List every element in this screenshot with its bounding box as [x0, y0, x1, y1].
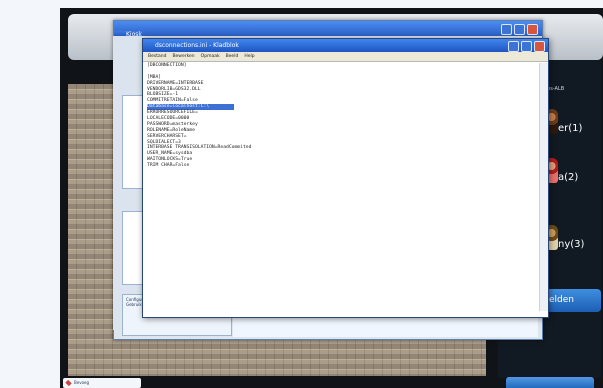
report-button[interactable]: elden — [542, 289, 601, 312]
close-icon[interactable] — [534, 41, 545, 52]
notepad-title: dsconnections.ini - Kladblok — [155, 42, 239, 49]
taskbar-item-label: Bevoeg — [74, 380, 90, 385]
menu-help[interactable]: Help — [244, 52, 254, 61]
menu-edit[interactable]: Bewerken — [172, 52, 194, 61]
text-line: TRIM CHAR=False — [147, 163, 190, 169]
notepad-scrollbar[interactable] — [539, 63, 548, 311]
notepad-window[interactable]: dsconnections.ini - Kladblok Bestand Bew… — [142, 38, 549, 318]
user-panel-header: hos-ALB — [544, 86, 565, 92]
notepad-window-controls — [508, 41, 545, 52]
menu-view[interactable]: Beeld — [226, 52, 239, 61]
notepad-menubar: Bestand Bewerken Opmaak Beeld Help — [143, 52, 548, 62]
menu-format[interactable]: Opmaak — [201, 52, 220, 61]
app-icon — [65, 379, 72, 387]
user-label: er(1) — [558, 123, 583, 134]
minimize-icon[interactable] — [501, 24, 512, 35]
notepad-titlebar[interactable]: dsconnections.ini - Kladblok — [143, 39, 548, 52]
bottom-action-button[interactable] — [506, 377, 594, 388]
explorer-titlebar[interactable]: Kiosk — [114, 21, 542, 38]
explorer-window-controls — [501, 24, 538, 35]
user-entry[interactable]: er(1) — [544, 109, 603, 145]
minimize-icon[interactable] — [508, 41, 519, 52]
user-entry[interactable]: a(2) — [544, 158, 603, 194]
notepad-text-area[interactable]: [DBCONNECTION] [MBA] DRIVERNAME=INTERBAS… — [145, 63, 537, 311]
menu-file[interactable]: Bestand — [148, 52, 166, 61]
maximize-icon[interactable] — [521, 41, 532, 52]
user-label: a(2) — [558, 172, 579, 183]
maximize-icon[interactable] — [514, 24, 525, 35]
user-label: ny(3) — [558, 239, 585, 250]
taskbar-item[interactable]: Bevoeg — [63, 378, 141, 388]
user-entry[interactable]: ny(3) — [544, 225, 603, 261]
close-icon[interactable] — [527, 24, 538, 35]
